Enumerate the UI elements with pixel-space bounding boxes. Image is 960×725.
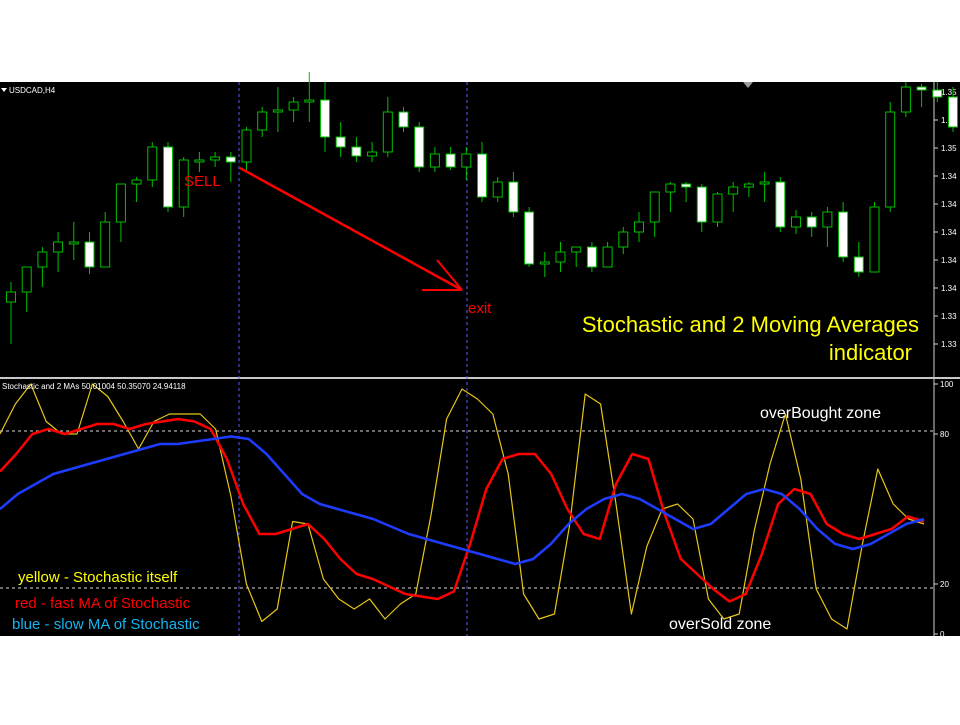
price-tick-label: 1.35 — [941, 144, 957, 153]
candle-bullish — [195, 160, 204, 162]
candle-bearish — [839, 212, 848, 257]
candle-bullish — [54, 242, 63, 252]
candle-bearish — [682, 184, 691, 187]
sell-label: SELL — [184, 173, 221, 190]
level-tick-label: 20 — [940, 580, 949, 589]
overbought-label: overBought zone — [760, 405, 881, 422]
price-tick-label: 1.35 — [941, 88, 957, 97]
indicator-title-line1: Stochastic and 2 Moving Averages — [582, 312, 919, 337]
indicator-title-line2: indicator — [829, 340, 912, 365]
candle-bearish — [949, 97, 958, 127]
candle-bearish — [399, 112, 408, 127]
price-tick-label: 1.34 — [941, 284, 957, 293]
candle-bullish — [132, 180, 141, 184]
legend-stochastic: yellow - Stochastic itself — [18, 569, 178, 586]
candle-bullish — [886, 112, 895, 207]
indicator-header: Stochastic and 2 MAs 50.01004 50.35070 2… — [2, 382, 186, 391]
symbol-label: USDCAD,H4 — [9, 86, 56, 95]
candle-bullish — [540, 262, 549, 264]
candle-bearish — [697, 187, 706, 222]
candle-bullish — [713, 194, 722, 222]
legend-fast-ma: red - fast MA of Stochastic — [15, 595, 191, 612]
candle-bullish — [273, 110, 282, 112]
candle-bearish — [587, 247, 596, 267]
candle-bullish — [870, 207, 879, 272]
level-tick-label: 80 — [940, 430, 949, 439]
candle-bullish — [22, 267, 31, 292]
candle-bullish — [242, 130, 251, 162]
candle-bullish — [116, 184, 125, 222]
candle-bullish — [650, 192, 659, 222]
candle-bullish — [430, 154, 439, 167]
candle-bullish — [462, 154, 471, 167]
candle-bearish — [478, 154, 487, 197]
candle-bearish — [525, 212, 534, 264]
candle-bullish — [744, 184, 753, 187]
candle-bullish — [792, 217, 801, 227]
candle-bullish — [760, 182, 769, 184]
candle-bearish — [415, 127, 424, 167]
candle-bearish — [854, 257, 863, 272]
candle-bullish — [258, 112, 267, 130]
price-tick-label: 1.33 — [941, 340, 957, 349]
candle-bullish — [556, 252, 565, 262]
candle-bearish — [352, 147, 361, 156]
level-tick-label: 100 — [940, 380, 954, 389]
candle-bullish — [7, 292, 16, 302]
price-tick-label: 1.34 — [941, 172, 957, 181]
candle-bullish — [619, 232, 628, 247]
candle-bullish — [572, 247, 581, 252]
candle-bearish — [917, 87, 926, 90]
price-tick-label: 1.33 — [941, 312, 957, 321]
candle-bullish — [729, 187, 738, 194]
exit-label: exit — [468, 300, 492, 317]
candle-bearish — [321, 100, 330, 137]
candle-bearish — [807, 217, 816, 227]
page-background-bottom — [0, 636, 960, 720]
candle-bullish — [69, 242, 78, 244]
candle-bullish — [289, 102, 298, 110]
candle-bearish — [446, 154, 455, 167]
candle-bullish — [823, 212, 832, 227]
price-tick-label: 1.34 — [941, 200, 957, 209]
chart-window: 1.351.351.351.341.341.341.341.341.331.33… — [0, 0, 960, 720]
candle-bullish — [493, 182, 502, 197]
candle-bullish — [666, 184, 675, 192]
candle-bearish — [933, 90, 942, 97]
candle-bullish — [305, 100, 314, 102]
price-tick-label: 1.34 — [941, 256, 957, 265]
candle-bearish — [164, 147, 173, 207]
candle-bullish — [383, 112, 392, 152]
candle-bullish — [148, 147, 157, 180]
page-background-top — [0, 0, 960, 82]
candle-bullish — [211, 157, 220, 160]
candle-bullish — [901, 87, 910, 112]
candle-bullish — [38, 252, 47, 267]
candle-bearish — [776, 182, 785, 227]
chart-canvas: 1.351.351.351.341.341.341.341.341.331.33… — [0, 0, 960, 720]
legend-slow-ma: blue - slow MA of Stochastic — [12, 616, 200, 633]
candle-bearish — [509, 182, 518, 212]
level-tick-label: 0 — [940, 630, 945, 639]
candle-bearish — [336, 137, 345, 147]
candle-bullish — [101, 222, 110, 267]
oversold-label: overSold zone — [669, 616, 771, 633]
candle-bullish — [603, 247, 612, 267]
candle-bearish — [85, 242, 94, 267]
candle-bullish — [368, 152, 377, 156]
candle-bearish — [226, 157, 235, 162]
panel-separator — [0, 377, 960, 379]
candle-bullish — [635, 222, 644, 232]
price-tick-label: 1.34 — [941, 228, 957, 237]
